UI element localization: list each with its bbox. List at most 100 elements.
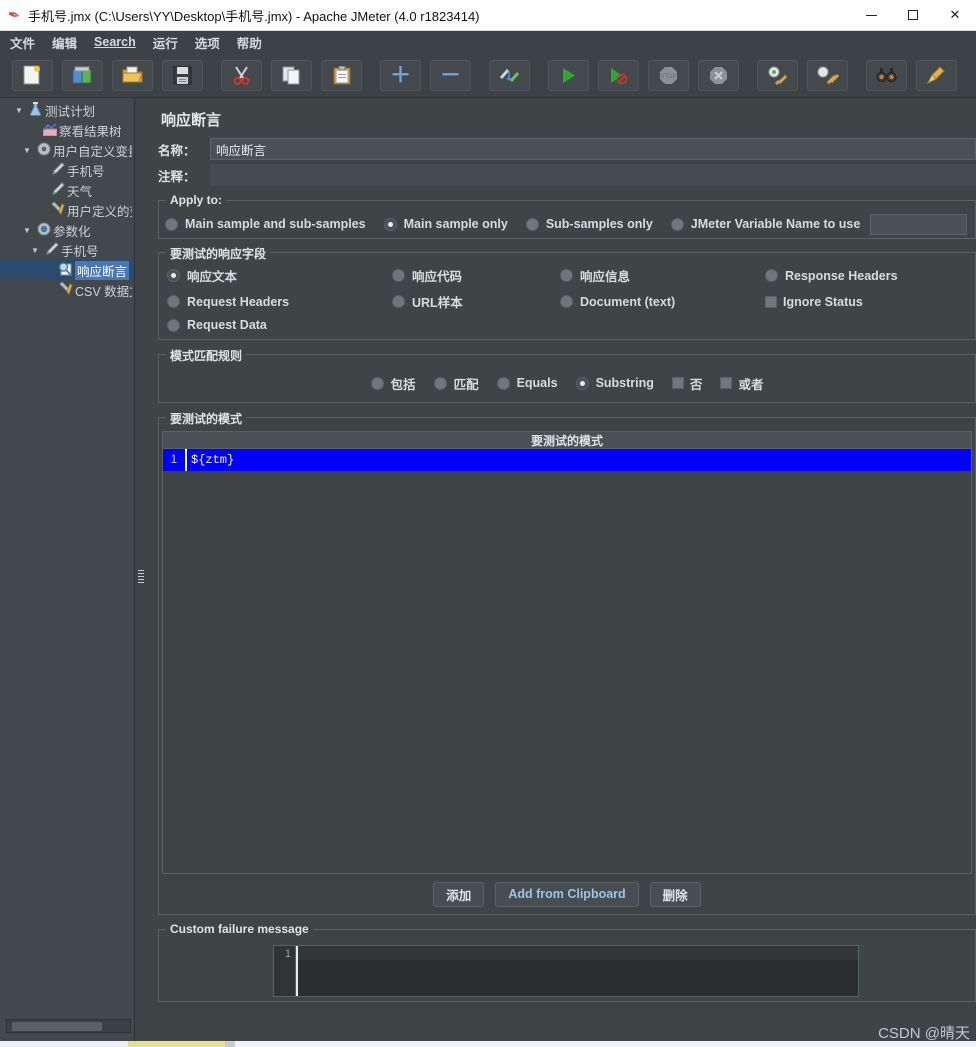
tree-item-view-results-tree[interactable]: 察看结果树 xyxy=(0,120,134,140)
tree-horizontal-scrollbar[interactable] xyxy=(6,1019,131,1033)
menu-options[interactable]: 选项 xyxy=(195,33,220,52)
view-results-tree-icon xyxy=(40,122,59,138)
radio-label: 响应文本 xyxy=(187,270,238,284)
custom-failure-message-input[interactable] xyxy=(296,946,858,996)
radio-label: 包括 xyxy=(390,377,416,392)
radio-main-and-sub[interactable]: Main sample and sub-samples xyxy=(165,217,366,231)
new-icon[interactable] xyxy=(12,59,53,91)
tree-item-weather[interactable]: 天气 xyxy=(0,180,134,200)
patterns-table[interactable]: 要测试的模式 1 ${ztm} 英 •, xyxy=(162,431,972,874)
toggle-icon[interactable] xyxy=(489,59,530,91)
radio-matches[interactable]: 匹配 xyxy=(433,374,479,393)
start-no-pauses-icon[interactable] xyxy=(598,59,639,91)
test-plan-tree-panel: ▼ 测试计划 察看结果树 ▼ 用户自定义变量 手机号 天气 用户定义的 ▼ 参数… xyxy=(0,98,135,1047)
checkbox-or[interactable]: 或者 xyxy=(720,374,763,393)
radio-main-only[interactable]: Main sample only xyxy=(383,217,508,231)
radio-label: Equals xyxy=(516,376,558,390)
add-button[interactable]: 添加 xyxy=(433,881,485,907)
custom-failure-message-body: 1 xyxy=(159,939,975,1001)
radio-request-data[interactable]: Request Data xyxy=(167,318,392,332)
menu-help[interactable]: 帮助 xyxy=(237,33,262,52)
tree-item-parameterization[interactable]: ▼ 参数化 xyxy=(0,220,134,240)
tree-item-phone-number-2[interactable]: ▼ 手机号 xyxy=(0,240,134,260)
radio-url-sample[interactable]: URL样本 xyxy=(392,292,560,311)
jmeter-variable-input[interactable] xyxy=(870,213,967,235)
tree-twisty-icon[interactable]: ▼ xyxy=(20,226,34,235)
menu-file[interactable]: 文件 xyxy=(10,33,35,52)
search-binoculars-icon[interactable] xyxy=(866,59,907,91)
shutdown-icon[interactable] xyxy=(698,59,739,91)
reset-search-icon[interactable] xyxy=(916,59,957,91)
tree-twisty-icon[interactable]: ▼ xyxy=(20,146,34,155)
start-icon[interactable] xyxy=(548,59,589,91)
radio-jmeter-variable[interactable]: JMeter Variable Name to use xyxy=(670,217,861,231)
radio-response-message[interactable]: 响应信息 xyxy=(560,266,765,285)
tree-twisty-icon[interactable]: ▼ xyxy=(28,246,42,255)
radio-label: URL样本 xyxy=(412,296,463,310)
menu-bar: 文件 编辑 Search 运行 选项 帮助 xyxy=(0,31,976,53)
delete-button[interactable]: 删除 xyxy=(649,881,701,907)
radio-sub-only[interactable]: Sub-samples only xyxy=(525,217,653,231)
table-row[interactable]: 1 ${ztm} xyxy=(163,449,971,471)
tree-item-csv-data-set-config[interactable]: CSV 数据文件设置 xyxy=(0,280,134,300)
taskbar-seg-1 xyxy=(0,1041,128,1047)
apply-to-legend: Apply to: xyxy=(166,193,226,207)
checkbox-indicator xyxy=(671,377,684,389)
paste-icon[interactable] xyxy=(321,59,362,91)
clear-icon[interactable] xyxy=(757,59,798,91)
sampler-icon xyxy=(42,242,61,258)
radio-document-text[interactable]: Document (text) xyxy=(560,292,765,311)
checkbox-not[interactable]: 否 xyxy=(671,374,703,393)
tree-item-test-plan[interactable]: ▼ 测试计划 xyxy=(0,100,134,120)
collapse-all-icon[interactable]: － xyxy=(430,59,471,91)
maximize-button[interactable] xyxy=(892,0,934,31)
tree-item-user-defined-variables[interactable]: ▼ 用户自定义变量 xyxy=(0,140,134,160)
tree-item-label: 测试计划 xyxy=(45,104,96,119)
radio-response-code[interactable]: 响应代码 xyxy=(392,266,560,285)
templates-icon[interactable] xyxy=(62,59,103,91)
checkbox-label: 或者 xyxy=(738,377,764,392)
copy-icon[interactable] xyxy=(271,59,312,91)
clear-all-icon[interactable] xyxy=(807,59,848,91)
patterns-legend: 要测试的模式 xyxy=(166,410,247,427)
open-icon[interactable] xyxy=(112,59,153,91)
custom-failure-message-editor[interactable]: 1 xyxy=(273,945,859,997)
radio-equals[interactable]: Equals xyxy=(496,376,558,390)
test-tube-icon xyxy=(48,182,67,198)
radio-response-text[interactable]: 响应文本 xyxy=(167,266,392,285)
radio-contains[interactable]: 包括 xyxy=(370,374,416,393)
scrollbar-thumb[interactable] xyxy=(12,1022,102,1031)
comment-input[interactable] xyxy=(210,164,976,186)
name-input[interactable]: 响应断言 xyxy=(210,138,976,160)
patterns-table-body[interactable]: 1 ${ztm} 英 •, ☾ xyxy=(163,449,971,873)
menu-edit[interactable]: 编辑 xyxy=(52,33,77,52)
radio-indicator xyxy=(560,295,573,308)
checkbox-ignore-status[interactable]: Ignore Status xyxy=(765,292,975,311)
radio-substring[interactable]: Substring xyxy=(575,376,654,390)
page-title: 响应断言 xyxy=(161,112,222,129)
split-pane-grip[interactable] xyxy=(138,570,144,584)
tree-item-phone-number-1[interactable]: 手机号 xyxy=(0,160,134,180)
split-pane-divider[interactable] xyxy=(135,98,149,1047)
tree-item-response-assertion[interactable]: 响应断言 xyxy=(0,260,134,280)
close-icon[interactable]: ✕ xyxy=(934,0,976,31)
cut-icon[interactable] xyxy=(221,59,262,91)
save-icon[interactable] xyxy=(162,59,203,91)
stop-icon[interactable]: STOP xyxy=(648,59,689,91)
pattern-cell[interactable]: ${ztm} xyxy=(185,449,971,471)
expand-all-icon[interactable]: ＋ xyxy=(380,59,421,91)
add-from-clipboard-button[interactable]: Add from Clipboard xyxy=(495,881,639,907)
radio-response-headers[interactable]: Response Headers xyxy=(765,266,975,285)
menu-run[interactable]: 运行 xyxy=(153,33,178,52)
radio-indicator xyxy=(670,217,684,231)
checkbox-label: 否 xyxy=(689,377,703,392)
menu-search[interactable]: Search xyxy=(94,35,136,49)
radio-request-headers[interactable]: Request Headers xyxy=(167,292,392,311)
patterns-column-header[interactable]: 要测试的模式 xyxy=(163,432,971,449)
radio-label: JMeter Variable Name to use xyxy=(690,217,861,231)
test-plan-tree[interactable]: ▼ 测试计划 察看结果树 ▼ 用户自定义变量 手机号 天气 用户定义的 ▼ 参数… xyxy=(0,100,134,300)
tree-item-user-defined-vars-config[interactable]: 用户定义的变量 xyxy=(0,200,134,220)
tree-twisty-icon[interactable]: ▼ xyxy=(12,106,26,115)
window-title: 手机号.jmx (C:\Users\YY\Desktop\手机号.jmx) - … xyxy=(28,8,480,24)
minimize-button[interactable] xyxy=(850,0,892,31)
